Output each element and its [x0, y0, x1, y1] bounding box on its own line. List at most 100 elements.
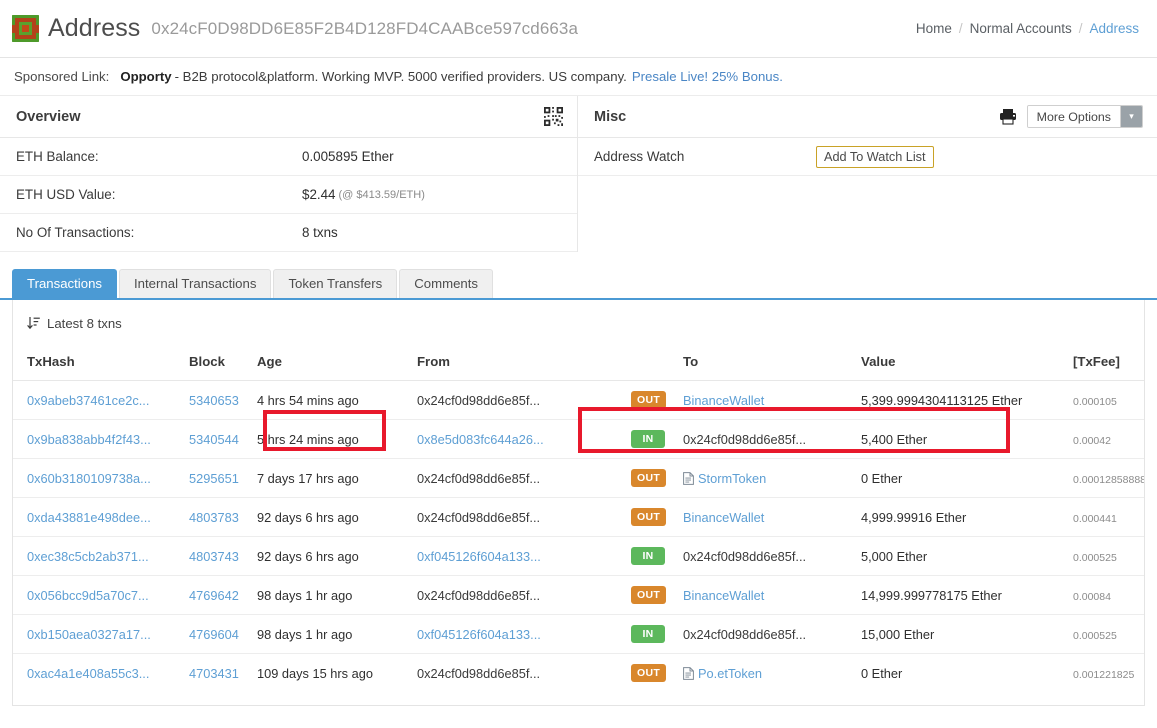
eth-price-note: (@ $413.59/ETH) — [338, 188, 425, 201]
tx-hash-link[interactable]: 0x056bcc9d5a70c7... — [27, 588, 149, 603]
breadcrumb-home[interactable]: Home — [916, 21, 952, 36]
table-row: 0x9ba838abb4f2f43... 5340544 5 hrs 24 mins… — [13, 419, 1144, 459]
tx-hash-link[interactable]: 0xac4a1e408a55c3... — [27, 666, 149, 681]
tx-hash-link[interactable]: 0x60b3180109738a... — [27, 471, 151, 486]
table-row: 0x9abeb37461ce2c... 5340653 4 hrs 54 mins … — [13, 380, 1144, 420]
from-address: 0x24cf0d98dd6e85f... — [417, 509, 541, 525]
block-link[interactable]: 4703431 — [189, 666, 239, 681]
block-link[interactable]: 5295651 — [189, 471, 239, 486]
tx-fee: 0.001221825 — [1073, 668, 1135, 681]
column-direction — [631, 346, 683, 381]
tx-age: 5 hrs 24 mins ago — [257, 431, 359, 447]
breadcrumb-address[interactable]: Address — [1089, 21, 1139, 36]
to-address[interactable]: BinanceWallet — [683, 393, 764, 408]
direction-badge: IN — [631, 547, 665, 565]
to-address[interactable]: Po.etToken — [698, 666, 762, 681]
no-of-transactions-value: 8 txns — [302, 225, 338, 240]
tx-fee: 0.000441 — [1073, 512, 1117, 525]
sponsor-promo-link[interactable]: Presale Live! 25% Bonus. — [632, 69, 783, 84]
to-address: 0x24cf0d98dd6e85f... — [683, 626, 807, 642]
address-identicon — [12, 15, 39, 42]
tab-bar: Transactions Internal Transactions Token… — [0, 269, 1157, 300]
column-txfee: [TxFee] — [1073, 346, 1144, 381]
table-row: 0x60b3180109738a... 5295651 7 days 17 hrs … — [13, 458, 1144, 498]
more-options-label: More Options — [1027, 106, 1120, 127]
chevron-down-icon[interactable]: ▾ — [1120, 106, 1142, 127]
tab-comments[interactable]: Comments — [399, 269, 494, 298]
table-row: 0x056bcc9d5a70c7... 4769642 98 days 1 hr a… — [13, 575, 1144, 615]
from-address[interactable]: 0xf045126f604a133... — [417, 549, 541, 564]
misc-spacer — [578, 214, 1157, 252]
summary-panels: Overview ETH Balance: 0.005895 Ether ETH… — [0, 96, 1157, 252]
direction-badge: OUT — [631, 469, 667, 487]
column-block[interactable]: Block — [189, 346, 257, 381]
sponsor-brand[interactable]: Opporty — [120, 69, 171, 84]
column-txhash[interactable]: TxHash — [13, 346, 189, 381]
block-link[interactable]: 4803783 — [189, 510, 239, 525]
overview-panel: Overview ETH Balance: 0.005895 Ether ETH… — [0, 96, 578, 252]
table-header-row: TxHash Block Age From To Value [TxFee] — [13, 346, 1144, 381]
tx-age: 92 days 6 hrs ago — [257, 548, 359, 564]
to-address: 0x24cf0d98dd6e85f... — [683, 431, 807, 447]
from-address[interactable]: 0xf045126f604a133... — [417, 627, 541, 642]
eth-balance-value: 0.005895 Ether — [302, 149, 394, 164]
tx-hash-link[interactable]: 0xda43881e498dee... — [27, 510, 151, 525]
tx-hash-link[interactable]: 0x9abeb37461ce2c... — [27, 393, 149, 408]
tx-value: 4,999.99916 Ether — [861, 509, 967, 525]
tx-age: 98 days 1 hr ago — [257, 587, 353, 603]
direction-badge: IN — [631, 430, 665, 448]
sort-descending-icon[interactable] — [27, 316, 40, 330]
column-value[interactable]: Value — [861, 346, 1073, 381]
tx-hash-link[interactable]: 0xb150aea0327a17... — [27, 627, 151, 642]
block-link[interactable]: 4803743 — [189, 549, 239, 564]
misc-panel: Misc More Options ▾ Address Watch Add To… — [578, 96, 1157, 252]
address-watch-row: Address Watch Add To Watch List — [578, 138, 1157, 176]
breadcrumb-separator: / — [958, 21, 963, 36]
tab-transactions[interactable]: Transactions — [12, 269, 118, 298]
overview-row: ETH Balance: 0.005895 Ether — [0, 138, 577, 176]
qr-code-icon[interactable] — [544, 107, 563, 126]
tx-age: 109 days 15 hrs ago — [257, 665, 373, 681]
misc-spacer — [578, 176, 1157, 214]
tx-age: 92 days 6 hrs ago — [257, 509, 359, 525]
to-address: 0x24cf0d98dd6e85f... — [683, 548, 807, 564]
latest-txns-bar: Latest 8 txns — [13, 300, 1144, 346]
tab-token-transfers[interactable]: Token Transfers — [273, 269, 398, 298]
latest-txns-label: Latest 8 txns — [47, 315, 122, 331]
tx-value: 0 Ether — [861, 470, 903, 486]
column-to[interactable]: To — [683, 346, 861, 381]
tx-age: 98 days 1 hr ago — [257, 626, 353, 642]
overview-row: ETH USD Value: $2.44 (@ $413.59/ETH) — [0, 176, 577, 214]
block-link[interactable]: 5340653 — [189, 393, 239, 408]
from-address: 0x24cf0d98dd6e85f... — [417, 470, 541, 486]
tx-hash-link[interactable]: 0xec38c5cb2ab371... — [27, 549, 149, 564]
column-from[interactable]: From — [417, 346, 631, 381]
tx-fee: 0.000105 — [1073, 395, 1117, 408]
overview-header: Overview — [0, 96, 577, 138]
direction-badge: IN — [631, 625, 665, 643]
sponsored-label: Sponsored Link: — [14, 69, 110, 84]
tx-fee: 0.00042 — [1073, 434, 1111, 447]
from-address[interactable]: 0x8e5d083fc644a26... — [417, 432, 544, 447]
to-address[interactable]: StormToken — [698, 471, 766, 486]
tx-fee: 0.000128588887 — [1073, 473, 1144, 486]
block-link[interactable]: 4769642 — [189, 588, 239, 603]
block-link[interactable]: 4769604 — [189, 627, 239, 642]
direction-badge: OUT — [631, 664, 667, 682]
tab-internal-transactions[interactable]: Internal Transactions — [119, 269, 272, 298]
to-address[interactable]: BinanceWallet — [683, 588, 764, 603]
more-options-button[interactable]: More Options ▾ — [1026, 105, 1143, 128]
column-age[interactable]: Age — [257, 346, 417, 381]
to-address[interactable]: BinanceWallet — [683, 510, 764, 525]
address-page: Address 0x24cF0D98DD6E85F2B4D128FD4CAABc… — [0, 0, 1157, 728]
transactions-card: Latest 8 txns TxHash Block Age From To V… — [12, 300, 1145, 706]
tx-hash-link[interactable]: 0x9ba838abb4f2f43... — [27, 432, 151, 447]
address-hash: 0x24cF0D98DD6E85F2B4D128FD4CAABce597cd66… — [151, 18, 579, 38]
add-to-watch-list-button[interactable]: Add To Watch List — [816, 145, 934, 168]
tx-fee: 0.000525 — [1073, 551, 1117, 564]
breadcrumb-separator: / — [1078, 21, 1083, 36]
from-address: 0x24cf0d98dd6e85f... — [417, 665, 541, 681]
block-link[interactable]: 5340544 — [189, 432, 239, 447]
printer-icon[interactable] — [999, 108, 1017, 125]
breadcrumb-normal-accounts[interactable]: Normal Accounts — [970, 21, 1072, 36]
